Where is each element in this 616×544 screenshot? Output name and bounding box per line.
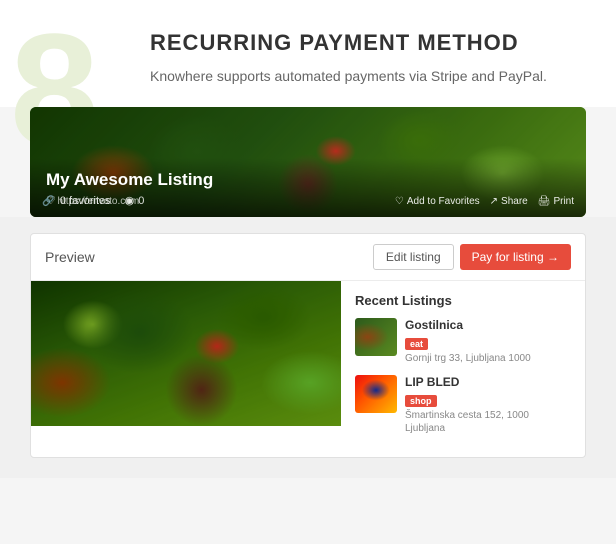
listing-actions: ♡ Add to Favorites ↗ Share 🖨 Print: [395, 196, 574, 207]
listing-banner: My Awesome Listing ♡ 0 favorites ◉ 0 🔗 h…: [30, 107, 586, 217]
preview-actions: Edit listing Pay for listing →: [373, 244, 571, 270]
listing-overlay: My Awesome Listing ♡ 0 favorites ◉ 0: [30, 158, 586, 217]
share-icon: ↗: [490, 196, 498, 207]
listing-banner-title: My Awesome Listing: [46, 170, 570, 190]
listing-thumbnail-1: [355, 318, 397, 356]
listing-address-2: Šmartinska cesta 152, 1000 Ljubljana: [405, 409, 571, 435]
listing-name-2: LIP BLED: [405, 375, 571, 389]
preview-sidebar: Recent Listings Gostilnica eat Gornji tr…: [341, 281, 585, 457]
list-item: LIP BLED shop Šmartinska cesta 152, 1000…: [355, 375, 571, 435]
share-button[interactable]: ↗ Share: [490, 196, 528, 207]
listing-address-1: Gornji trg 33, Ljubljana 1000: [405, 352, 571, 365]
listing-thumbnail-2: [355, 375, 397, 413]
preview-label: Preview: [45, 249, 95, 265]
add-favorites-label: Add to Favorites: [407, 196, 480, 207]
url-text: https://envato.com: [57, 196, 139, 207]
edit-listing-button[interactable]: Edit listing: [373, 244, 454, 270]
page-subtitle: Knowhere supports automated payments via…: [150, 66, 586, 87]
listing-badge-2: shop: [405, 395, 437, 407]
add-to-favorites-button[interactable]: ♡ Add to Favorites: [395, 196, 480, 207]
main-content: Preview Edit listing Pay for listing → R…: [0, 217, 616, 478]
preview-card: Preview Edit listing Pay for listing → R…: [30, 233, 586, 458]
print-label: Print: [553, 196, 574, 207]
pay-for-listing-button[interactable]: Pay for listing →: [460, 244, 571, 270]
page-title: RECURRING PAYMENT METHOD: [150, 30, 586, 56]
preview-listing-image: [31, 281, 341, 426]
top-content: RECURRING PAYMENT METHOD Knowhere suppor…: [30, 30, 586, 87]
list-item: Gostilnica eat Gornji trg 33, Ljubljana …: [355, 318, 571, 365]
print-icon: 🖨: [538, 196, 551, 207]
top-section: 8 RECURRING PAYMENT METHOD Knowhere supp…: [0, 0, 616, 107]
listing-info-1: Gostilnica eat Gornji trg 33, Ljubljana …: [405, 318, 571, 365]
listing-url: 🔗 https://envato.com: [42, 196, 139, 207]
preview-body: Recent Listings Gostilnica eat Gornji tr…: [31, 281, 585, 457]
heart-outline-icon: ♡: [395, 196, 404, 207]
share-label: Share: [501, 196, 528, 207]
listing-badge-1: eat: [405, 338, 428, 350]
preview-header: Preview Edit listing Pay for listing →: [31, 234, 585, 281]
listing-info-2: LIP BLED shop Šmartinska cesta 152, 1000…: [405, 375, 571, 435]
listing-name-1: Gostilnica: [405, 318, 571, 332]
recent-listings-title: Recent Listings: [355, 293, 571, 308]
print-button[interactable]: 🖨 Print: [538, 196, 574, 207]
link-icon: 🔗: [42, 196, 54, 207]
